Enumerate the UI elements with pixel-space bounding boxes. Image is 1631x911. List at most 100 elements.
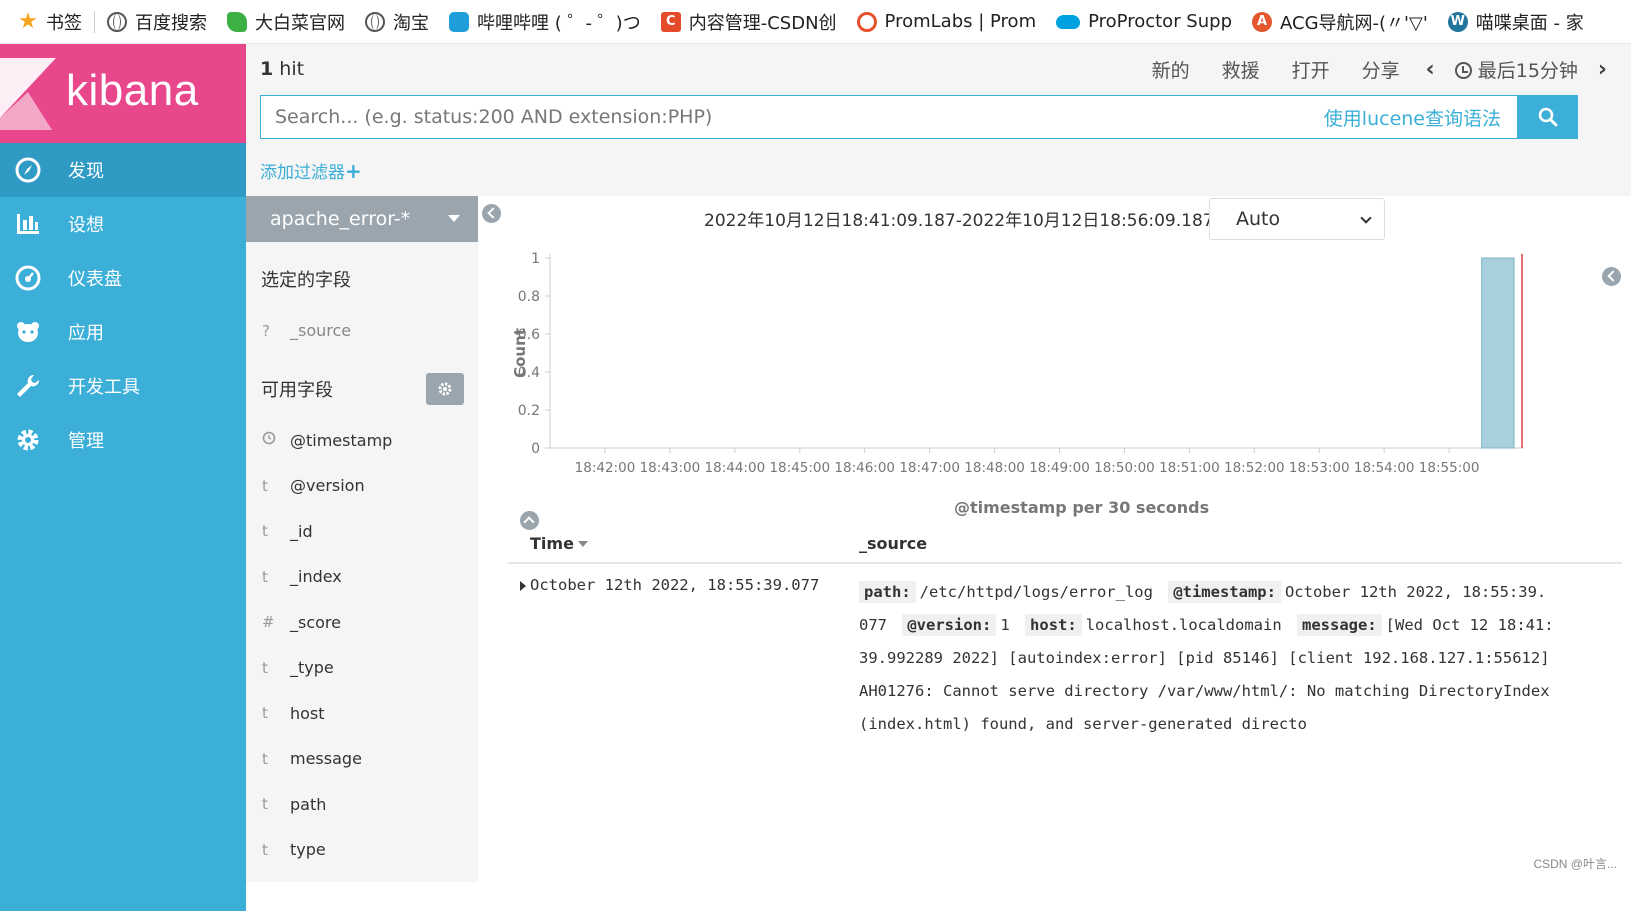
- sidebar-item-label: 设想: [68, 215, 104, 236]
- field-item[interactable]: t _type: [246, 645, 478, 691]
- share-button[interactable]: 分享: [1362, 56, 1400, 83]
- compass-icon: [15, 157, 41, 183]
- field-item[interactable]: t host: [246, 691, 478, 737]
- bookmark-item[interactable]: A ACG导航网-(〃'▽': [1242, 0, 1438, 43]
- dashboard-icon: [15, 265, 41, 291]
- bookmark-item[interactable]: ProProctor Supp: [1046, 0, 1242, 43]
- clock-icon: [262, 431, 290, 449]
- sidebar-item-3[interactable]: 应用: [0, 305, 246, 359]
- field-name: host: [290, 703, 325, 723]
- field-item[interactable]: # _score: [246, 600, 478, 646]
- chevron-right-icon[interactable]: ›: [1598, 57, 1607, 82]
- x-tick-label: 18:45:00: [769, 460, 830, 476]
- row-time: October 12th 2022, 18:55:39.077: [530, 576, 820, 594]
- sidebar: kibana 发现设想仪表盘应用 开发工具 管理: [0, 44, 246, 911]
- bilibili-icon: [449, 11, 469, 32]
- field-item[interactable]: t _index: [246, 554, 478, 600]
- globe-icon: [107, 11, 127, 32]
- x-tick-label: 18:46:00: [834, 460, 895, 476]
- bookmark-item[interactable]: W 喵喋桌面 - 家: [1438, 0, 1594, 43]
- sidebar-item-5[interactable]: 管理: [0, 413, 246, 467]
- bookmark-label: 书签: [46, 12, 82, 34]
- bookmark-label: 内容管理-CSDN创: [688, 12, 837, 34]
- hit-count: 1 hit: [260, 58, 305, 80]
- field-name: type: [290, 840, 326, 860]
- bookmark-item[interactable]: 淘宝: [355, 0, 439, 43]
- bookmark-item[interactable]: 大白菜官网: [217, 0, 355, 43]
- collapse-sidebar-icon[interactable]: [482, 204, 501, 223]
- source-value: 1: [1000, 616, 1010, 634]
- time-range-label: 2022年10月12日18:41:09.187-2022年10月12日18:56…: [704, 211, 1236, 231]
- sidebar-item-0[interactable]: 发现: [0, 143, 246, 197]
- field-name: @version: [290, 476, 365, 496]
- new-button[interactable]: 新的: [1152, 56, 1190, 83]
- bookmark-label: 百度搜索: [135, 12, 207, 34]
- x-tick-label: 18:49:00: [1029, 460, 1090, 476]
- lucene-syntax-link[interactable]: 使用lucene查询语法: [1324, 104, 1517, 131]
- x-tick-label: 18:50:00: [1094, 460, 1155, 476]
- interval-select[interactable]: Auto: [1209, 198, 1385, 240]
- time-picker[interactable]: 最后15分钟: [1454, 56, 1578, 83]
- field-item[interactable]: t message: [246, 736, 478, 782]
- sort-down-icon: [577, 541, 588, 547]
- index-pattern-selector[interactable]: apache_error-*: [246, 196, 478, 242]
- field-item[interactable]: t path: [246, 782, 478, 828]
- time-column-header[interactable]: Time: [530, 534, 588, 553]
- bookmark-label: PromLabs | Prom: [884, 11, 1037, 32]
- top-bar: 1 hit 新的 救援 打开 分享 ‹ 最后15分钟 ›: [246, 44, 1631, 94]
- cloud-icon: [1056, 14, 1081, 29]
- x-axis-title: @timestamp per 30 seconds: [954, 498, 1210, 517]
- add-filter-link[interactable]: 添加过滤器+: [260, 158, 362, 183]
- clock-icon: [1454, 61, 1472, 79]
- x-tick-label: 18:47:00: [899, 460, 960, 476]
- field-item[interactable]: @timestamp: [246, 418, 478, 464]
- y-tick-label: 0.8: [518, 289, 540, 305]
- field-item[interactable]: t _id: [246, 509, 478, 555]
- x-tick-label: 18:43:00: [640, 460, 701, 476]
- y-axis-title: Count: [511, 328, 529, 378]
- field-type-icon: t: [262, 658, 268, 677]
- save-button[interactable]: 救援: [1222, 56, 1260, 83]
- bookmark-label: ProProctor Supp: [1088, 11, 1232, 32]
- plus-icon: +: [345, 158, 362, 183]
- bookmark-item[interactable]: 哔哩哔哩 ( ゜- ゜)つ: [439, 0, 651, 43]
- field-name: _source: [290, 321, 352, 341]
- selected-fields-title: 选定的字段: [261, 270, 351, 291]
- wordpress-icon: W: [1447, 11, 1468, 32]
- field-settings-button[interactable]: [426, 372, 464, 405]
- x-tick-label: 18:52:00: [1224, 460, 1285, 476]
- search-box: 使用lucene查询语法: [260, 95, 1518, 139]
- chevron-left-icon[interactable]: ‹: [1426, 57, 1435, 82]
- bookmark-item[interactable]: ★ 书签: [8, 0, 92, 43]
- search-input[interactable]: [261, 106, 1324, 128]
- chevron-down-icon: [1360, 212, 1372, 224]
- discover-main: 2022年10月12日18:41:09.187-2022年10月12日18:56…: [478, 196, 1631, 911]
- sidebar-item-1[interactable]: 设想: [0, 197, 246, 251]
- search-button[interactable]: [1518, 95, 1578, 139]
- bookmark-item[interactable]: 百度搜索: [97, 0, 217, 43]
- promlabs-icon: [856, 11, 877, 32]
- bookmark-item[interactable]: C 内容管理-CSDN创: [651, 0, 847, 43]
- field-name: _score: [290, 612, 341, 632]
- expand-row-icon[interactable]: [520, 581, 526, 591]
- x-tick-label: 18:54:00: [1354, 460, 1415, 476]
- field-name: _index: [290, 567, 342, 587]
- globe-icon: [365, 11, 385, 32]
- x-tick-label: 18:55:00: [1419, 460, 1480, 476]
- sidebar-item-2[interactable]: 仪表盘: [0, 251, 246, 305]
- field-name: path: [290, 794, 327, 814]
- field-type-icon: t: [262, 795, 268, 814]
- source-key: @timestamp:: [1168, 581, 1281, 603]
- field-item[interactable]: t @version: [246, 463, 478, 509]
- field-item[interactable]: ? _source: [246, 308, 478, 354]
- brand-name: kibana: [66, 66, 199, 115]
- sidebar-item-label: 仪表盘: [68, 269, 122, 290]
- doc-table-header: Time _source: [508, 522, 1622, 564]
- bookmark-item[interactable]: PromLabs | Prom: [847, 0, 1047, 43]
- open-button[interactable]: 打开: [1292, 56, 1330, 83]
- search-icon: [1538, 107, 1558, 127]
- kibana-brand[interactable]: kibana: [0, 44, 246, 143]
- field-item[interactable]: t type: [246, 827, 478, 873]
- field-type-icon: t: [262, 840, 268, 859]
- sidebar-item-4[interactable]: 开发工具: [0, 359, 246, 413]
